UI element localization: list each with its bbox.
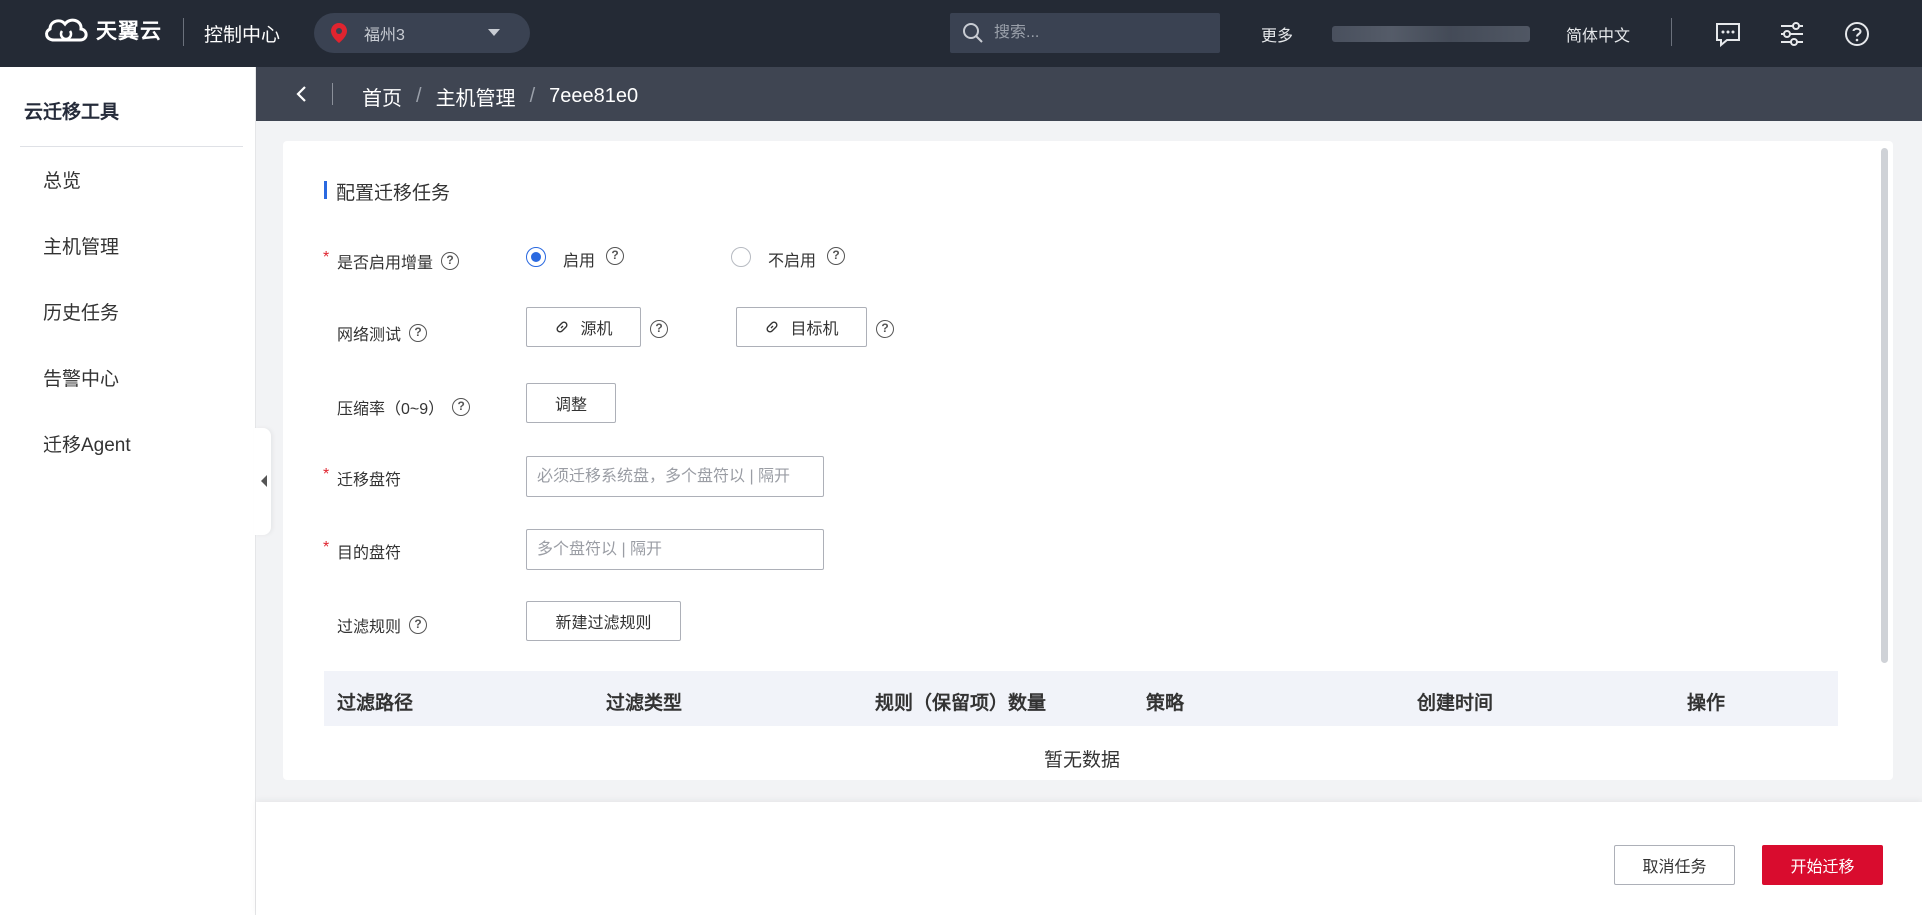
- sidebar-title: 云迁移工具: [24, 102, 120, 123]
- scrollbar[interactable]: [1881, 148, 1888, 663]
- target-drives-label-text: 目的盘符: [337, 545, 402, 562]
- breadcrumb-separator: /: [416, 85, 422, 107]
- adjust-compression-button[interactable]: 调整: [526, 383, 616, 423]
- divider: [183, 18, 184, 46]
- search-box[interactable]: [950, 13, 1220, 53]
- filter-rules-table-header: 过滤路径 过滤类型 规则（保留项）数量 策略 创建时间 操作: [324, 671, 1838, 726]
- message-icon[interactable]: [1714, 20, 1742, 48]
- section-accent-bar: [324, 181, 327, 199]
- column-header: 创建时间: [1417, 693, 1494, 714]
- back-arrow-icon[interactable]: [292, 84, 312, 104]
- divider: [1671, 18, 1672, 46]
- cancel-task-button[interactable]: 取消任务: [1614, 845, 1735, 885]
- chevron-down-icon: [488, 29, 500, 36]
- required-marker: *: [323, 539, 330, 556]
- help-icon[interactable]: ?: [827, 247, 845, 265]
- sidebar: 云迁移工具 总览 主机管理 历史任务 告警中心 迁移Agent: [0, 67, 256, 915]
- divider: [20, 146, 243, 147]
- region-selector[interactable]: 福州3: [314, 13, 530, 53]
- network-test-label: 网络测试 ?: [337, 321, 428, 345]
- start-migration-label: 开始迁移: [1790, 859, 1855, 876]
- required-marker: *: [323, 249, 330, 266]
- new-filter-rule-button[interactable]: 新建过滤规则: [526, 601, 681, 641]
- sidebar-collapse-handle[interactable]: [254, 428, 271, 535]
- breadcrumb-host-management[interactable]: 主机管理: [436, 82, 516, 111]
- incremental-label: 是否启用增量 ?: [337, 249, 460, 273]
- help-icon[interactable]: ?: [409, 616, 428, 634]
- section-title: 配置迁移任务: [336, 183, 451, 204]
- table-empty-text: 暂无数据: [1044, 750, 1121, 771]
- region-label: 福州3: [364, 27, 405, 44]
- compression-label: 压缩率（0~9） ?: [337, 395, 471, 419]
- migrate-drives-input[interactable]: [526, 456, 824, 497]
- breadcrumb-bar: 首页 / 主机管理 / 7eee81e0: [256, 67, 1922, 121]
- incremental-enable-label[interactable]: 启用: [563, 247, 595, 271]
- chevron-left-icon: [261, 475, 267, 487]
- network-test-label-text: 网络测试: [337, 327, 402, 344]
- test-source-button[interactable]: 源机: [526, 307, 641, 347]
- help-icon[interactable]: ?: [452, 398, 471, 416]
- account-name-redacted[interactable]: [1332, 26, 1530, 42]
- breadcrumb-separator: /: [529, 85, 536, 107]
- sidebar-item-alarm-center[interactable]: 告警中心: [43, 364, 119, 391]
- compression-label-text: 压缩率（0~9）: [337, 401, 445, 418]
- test-source-label: 源机: [580, 321, 613, 338]
- breadcrumb-current: 7eee81e0: [549, 85, 639, 107]
- help-icon[interactable]: ?: [650, 320, 668, 338]
- console-title[interactable]: 控制中心: [204, 20, 280, 47]
- help-icon[interactable]: ?: [606, 247, 624, 265]
- migrate-drives-label-text: 迁移盘符: [337, 472, 402, 489]
- incremental-enable-radio[interactable]: [526, 247, 546, 267]
- column-header: 策略: [1146, 693, 1185, 714]
- sidebar-item-history-tasks[interactable]: 历史任务: [43, 298, 119, 325]
- divider: [332, 83, 333, 105]
- migrate-drives-label: 迁移盘符: [337, 466, 401, 490]
- search-input[interactable]: [994, 24, 1194, 42]
- location-pin-icon: [331, 23, 347, 43]
- breadcrumb-home[interactable]: 首页: [362, 82, 402, 111]
- help-icon[interactable]: ?: [876, 320, 894, 338]
- link-icon: [766, 321, 778, 333]
- language-selector[interactable]: 简体中文: [1566, 22, 1630, 46]
- adjust-compression-label: 调整: [554, 397, 587, 414]
- test-target-button[interactable]: 目标机: [736, 307, 867, 347]
- incremental-label-text: 是否启用增量: [337, 255, 434, 272]
- incremental-disable-label[interactable]: 不启用: [768, 247, 816, 271]
- column-header: 过滤路径: [337, 693, 414, 714]
- brand-logo[interactable]: 天翼云: [40, 14, 162, 46]
- sidebar-item-overview[interactable]: 总览: [43, 166, 81, 193]
- sidebar-item-migration-agent[interactable]: 迁移Agent: [43, 430, 131, 457]
- incremental-disable-radio[interactable]: [731, 247, 751, 267]
- cancel-task-label: 取消任务: [1642, 859, 1707, 876]
- help-icon[interactable]: ?: [409, 324, 428, 342]
- column-header: 操作: [1687, 693, 1726, 714]
- help-icon[interactable]: [1843, 20, 1871, 48]
- settings-sliders-icon[interactable]: [1778, 20, 1806, 48]
- sidebar-item-host-management[interactable]: 主机管理: [43, 232, 119, 259]
- cloud-logo-icon: [45, 18, 88, 42]
- start-migration-button[interactable]: 开始迁移: [1762, 845, 1883, 885]
- brand-name: 天翼云: [96, 20, 162, 43]
- target-drives-label: 目的盘符: [337, 539, 401, 563]
- search-icon: [963, 23, 983, 43]
- filter-rules-label-text: 过滤规则: [337, 619, 402, 636]
- test-target-label: 目标机: [790, 321, 839, 338]
- top-navigation-bar: 天翼云 控制中心 福州3 更多 简体中文: [0, 0, 1922, 67]
- target-drives-input[interactable]: [526, 529, 824, 570]
- required-marker: *: [323, 466, 330, 483]
- link-icon: [556, 321, 568, 333]
- column-header: 过滤类型: [606, 693, 683, 714]
- help-icon[interactable]: ?: [441, 252, 460, 270]
- column-header: 规则（保留项）数量: [875, 693, 1047, 714]
- more-menu[interactable]: 更多: [1261, 22, 1293, 46]
- filter-rules-label: 过滤规则 ?: [337, 613, 428, 637]
- new-filter-rule-label: 新建过滤规则: [555, 615, 652, 632]
- breadcrumb: 首页 / 主机管理 / 7eee81e0: [362, 82, 638, 111]
